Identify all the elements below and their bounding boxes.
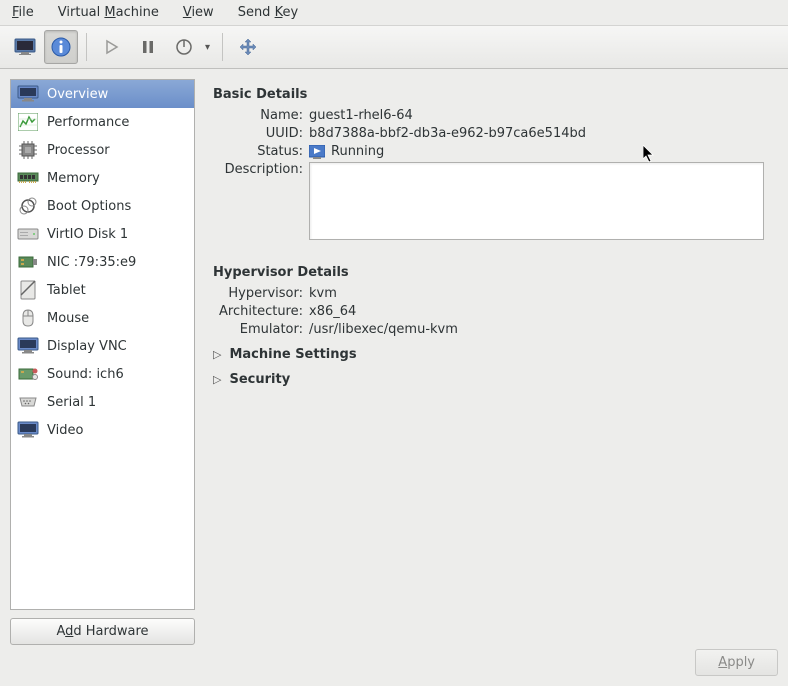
power-menu[interactable]: ▾	[167, 30, 214, 64]
status-label: Status:	[213, 144, 309, 159]
basic-details-title: Basic Details	[213, 87, 764, 102]
hypervisor-details-title: Hypervisor Details	[213, 265, 764, 280]
emulator-value: /usr/libexec/qemu-kvm	[309, 322, 764, 337]
monitor-icon	[17, 336, 39, 356]
sidebar-item-mouse[interactable]: Mouse	[11, 304, 194, 332]
status-value: Running	[309, 144, 764, 159]
toolbar-separator	[222, 33, 223, 61]
name-value: guest1-rhel6-64	[309, 108, 764, 123]
serial-icon	[17, 392, 39, 412]
menu-send-key[interactable]: Send Key	[234, 3, 302, 22]
main-panel: Basic Details Name: guest1-rhel6-64 UUID…	[205, 79, 778, 645]
menu-view[interactable]: View	[179, 3, 218, 22]
sidebar-item-tablet[interactable]: Tablet	[11, 276, 194, 304]
sidebar-item-label: Memory	[47, 171, 100, 186]
sidebar-item-label: NIC :79:35:e9	[47, 255, 136, 270]
sidebar-item-display-vnc[interactable]: Display VNC	[11, 332, 194, 360]
uuid-value: b8d7388a-bbf2-db3a-e962-b97ca6e514bd	[309, 126, 764, 141]
sidebar-item-sound-ich6[interactable]: Sound: ich6	[11, 360, 194, 388]
running-icon	[309, 145, 325, 159]
cpu-icon	[17, 140, 39, 160]
chevron-down-icon: ▾	[201, 42, 214, 53]
sidebar-item-label: Sound: ich6	[47, 367, 124, 382]
boot-icon	[17, 196, 39, 216]
architecture-value: x86_64	[309, 304, 764, 319]
description-label: Description:	[213, 162, 309, 177]
sidebar-item-video[interactable]: Video	[11, 416, 194, 444]
nic-icon	[17, 252, 39, 272]
menu-file[interactable]: File	[8, 3, 38, 22]
hypervisor-value: kvm	[309, 286, 764, 301]
toolbar: ▾	[0, 25, 788, 69]
uuid-label: UUID:	[213, 126, 309, 141]
sidebar-item-virtio-disk-1[interactable]: VirtIO Disk 1	[11, 220, 194, 248]
description-input[interactable]	[309, 162, 764, 240]
content-area: Overview Performance Processor Memory Boot O…	[0, 69, 788, 655]
sound-icon	[17, 364, 39, 384]
tablet-icon	[17, 280, 39, 300]
sidebar-item-label: Performance	[47, 115, 129, 130]
monitor-icon	[17, 420, 39, 440]
sidebar-item-overview[interactable]: Overview	[11, 80, 194, 108]
pause-button[interactable]	[131, 30, 165, 64]
monitor-icon	[17, 84, 39, 104]
toolbar-separator	[86, 33, 87, 61]
security-expander[interactable]: ▷ Security	[213, 372, 764, 387]
machine-settings-expander[interactable]: ▷ Machine Settings	[213, 347, 764, 362]
sidebar-item-boot-options[interactable]: Boot Options	[11, 192, 194, 220]
menu-virtual-machine[interactable]: Virtual Machine	[54, 3, 163, 22]
sidebar-item-label: Video	[47, 423, 83, 438]
name-label: Name:	[213, 108, 309, 123]
menubar: File Virtual Machine View Send Key	[0, 0, 788, 25]
sidebar-item-performance[interactable]: Performance	[11, 108, 194, 136]
sidebar-item-label: Overview	[47, 87, 108, 102]
sidebar-item-nic-79-35-e9[interactable]: NIC :79:35:e9	[11, 248, 194, 276]
sidebar-item-serial-1[interactable]: Serial 1	[11, 388, 194, 416]
footer: Apply	[0, 639, 788, 686]
hardware-list[interactable]: Overview Performance Processor Memory Boot O…	[10, 79, 195, 610]
details-button[interactable]	[44, 30, 78, 64]
perf-icon	[17, 112, 39, 132]
sidebar-item-memory[interactable]: Memory	[11, 164, 194, 192]
sidebar-item-processor[interactable]: Processor	[11, 136, 194, 164]
console-button[interactable]	[8, 30, 42, 64]
sidebar-item-label: Serial 1	[47, 395, 96, 410]
sidebar-item-label: Display VNC	[47, 339, 127, 354]
mem-icon	[17, 168, 39, 188]
sidebar: Overview Performance Processor Memory Boot O…	[10, 79, 195, 645]
hypervisor-label: Hypervisor:	[213, 286, 309, 301]
disk-icon	[17, 224, 39, 244]
triangle-right-icon: ▷	[213, 348, 221, 361]
emulator-label: Emulator:	[213, 322, 309, 337]
sidebar-item-label: VirtIO Disk 1	[47, 227, 128, 242]
triangle-right-icon: ▷	[213, 373, 221, 386]
sidebar-item-label: Mouse	[47, 311, 89, 326]
apply-button[interactable]: Apply	[695, 649, 778, 676]
architecture-label: Architecture:	[213, 304, 309, 319]
mouse-icon	[17, 308, 39, 328]
sidebar-item-label: Tablet	[47, 283, 86, 298]
sidebar-item-label: Processor	[47, 143, 110, 158]
sidebar-item-label: Boot Options	[47, 199, 131, 214]
fullscreen-button[interactable]	[231, 30, 265, 64]
power-button[interactable]	[167, 30, 201, 64]
run-button[interactable]	[95, 30, 129, 64]
